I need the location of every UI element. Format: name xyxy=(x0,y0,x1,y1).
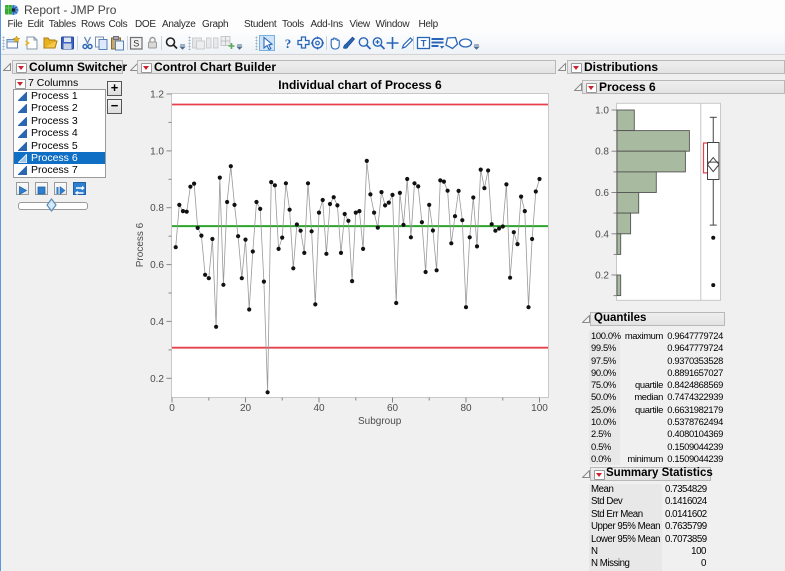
svg-text:0.6: 0.6 xyxy=(595,188,609,199)
svg-text:0.4: 0.4 xyxy=(595,229,609,240)
svg-text:1.0: 1.0 xyxy=(595,106,609,117)
svg-text:0.2: 0.2 xyxy=(595,271,609,282)
svg-text:0.8: 0.8 xyxy=(595,147,609,158)
